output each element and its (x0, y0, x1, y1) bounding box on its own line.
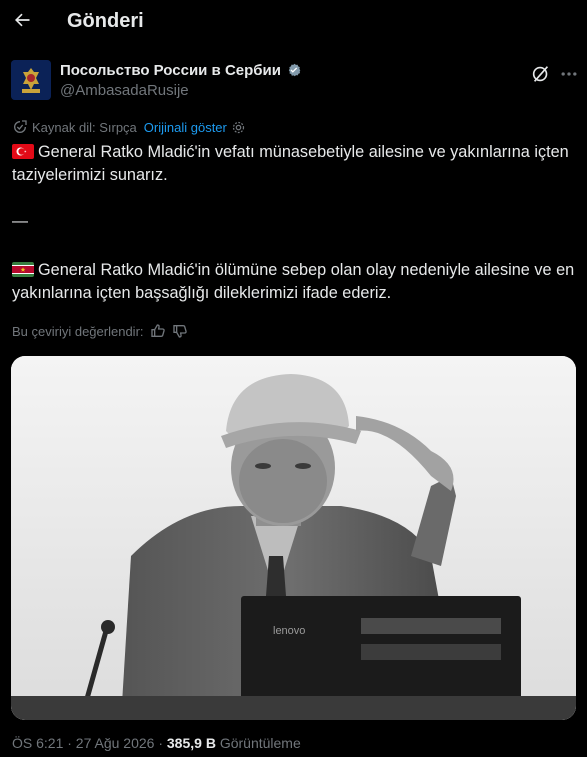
rate-translation-label: Bu çeviriyi değerlendir: (12, 323, 144, 339)
turkey-flag-icon (12, 144, 34, 159)
thumbs-down-button[interactable] (172, 323, 188, 339)
translation-notice: Kaynak dil: Sırpça Orijinali göster (12, 119, 246, 135)
monitor-brand-label: lenovo (273, 625, 305, 637)
thumbs-up-icon (150, 324, 165, 337)
page-title: Gönderi (67, 10, 144, 32)
views-label: Görüntüleme (215, 735, 301, 751)
author-name-row[interactable]: Посольство России в Сербии (60, 61, 303, 79)
show-original-link[interactable]: Orijinali göster (144, 120, 227, 135)
post-image[interactable]: lenovo (11, 356, 576, 720)
more-horizontal-icon (561, 72, 577, 76)
thumbs-down-icon (172, 325, 187, 338)
separator-dash: — (12, 213, 28, 230)
verified-badge-icon (288, 63, 301, 77)
more-options-button[interactable] (557, 62, 581, 86)
grok-icon (532, 66, 549, 82)
source-language-label: Kaynak dil: Sırpça (32, 119, 137, 135)
settings-gear-icon[interactable] (231, 120, 246, 135)
author-name[interactable]: Посольство России в Сербии (60, 62, 281, 79)
suriname-flag-icon (12, 262, 34, 277)
arrow-left-icon (15, 13, 30, 27)
thumbs-up-button[interactable] (150, 323, 166, 339)
grok-button[interactable] (530, 63, 552, 85)
post-paragraph-2: General Ratko Mladić'in ölümüne sebep ol… (12, 259, 582, 305)
coat-of-arms-icon (11, 60, 51, 100)
avatar[interactable] (11, 60, 51, 100)
view-count: 385,9 B (166, 735, 216, 751)
post-timestamp[interactable]: ÖS 6:21 · 27 Ağu 2026 · (12, 735, 167, 751)
back-button[interactable] (10, 8, 34, 32)
post-paragraph-1: General Ratko Mladić'in vefatı münasebet… (12, 141, 582, 187)
post-text-1: General Ratko Mladić'in vefatı münasebet… (12, 143, 569, 184)
author-handle[interactable]: @AmbasadaRusije (60, 82, 189, 99)
top-bar: Gönderi (0, 0, 587, 44)
post-meta: ÖS 6:21 · 27 Ağu 2026 · 385,9 B Görüntül… (12, 735, 301, 751)
translate-icon (14, 120, 27, 133)
saluting-man-photo: lenovo (11, 356, 576, 720)
post-text-2: General Ratko Mladić'in ölümüne sebep ol… (12, 261, 575, 302)
rate-translation: Bu çeviriyi değerlendir: (12, 323, 188, 339)
